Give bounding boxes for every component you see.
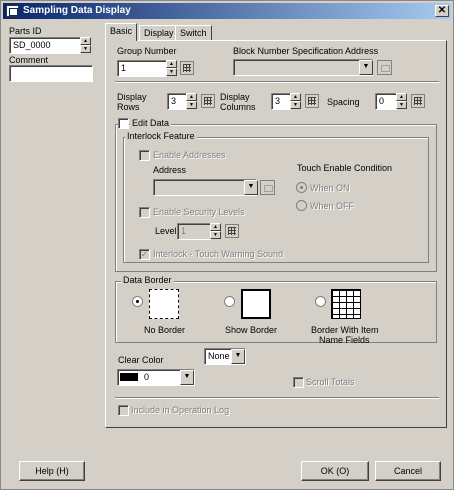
- spin-up-icon[interactable]: ▲: [290, 93, 301, 101]
- show-border-radio[interactable]: [224, 296, 235, 307]
- comment-input[interactable]: [9, 65, 93, 82]
- touch-enable-label: Touch Enable Condition: [297, 163, 393, 173]
- title-bar: Sampling Data Display ✕: [3, 3, 451, 19]
- level-label: Level: [155, 226, 177, 236]
- no-border-radio[interactable]: [132, 296, 143, 307]
- spin-down-icon[interactable]: ▼: [166, 68, 177, 76]
- block-number-input[interactable]: [233, 59, 373, 76]
- cancel-button[interactable]: Cancel: [375, 461, 441, 481]
- scroll-totals-checkbox[interactable]: [293, 377, 304, 388]
- item-name-border-radio[interactable]: [315, 296, 326, 307]
- enable-addresses-checkbox[interactable]: [139, 150, 150, 161]
- show-border-label: Show Border: [225, 325, 278, 335]
- parts-id-input[interactable]: SD_0000: [9, 37, 81, 54]
- keypad-icon[interactable]: [305, 94, 319, 108]
- address-browse-icon[interactable]: [260, 180, 275, 195]
- spin-down-icon[interactable]: ▼: [396, 101, 407, 109]
- help-button[interactable]: Help (H): [19, 461, 85, 481]
- no-border-label: No Border: [144, 325, 186, 335]
- spin-up-icon[interactable]: ▲: [396, 93, 407, 101]
- tab-basic[interactable]: Basic: [105, 23, 138, 41]
- level-spinner[interactable]: ▲ ▼: [210, 223, 221, 240]
- keypad-icon[interactable]: [201, 94, 215, 108]
- display-columns-input[interactable]: 3: [271, 93, 291, 110]
- dropdown-arrow-icon[interactable]: ▼: [180, 370, 194, 385]
- dropdown-arrow-icon[interactable]: ▼: [244, 180, 258, 195]
- comment-label: Comment: [9, 55, 49, 65]
- color-swatch: [120, 373, 138, 381]
- group-number-spinner[interactable]: ▲ ▼: [166, 60, 177, 77]
- spin-down-icon[interactable]: ▼: [80, 45, 91, 53]
- keypad-icon[interactable]: [225, 224, 239, 238]
- spin-down-icon[interactable]: ▼: [186, 101, 197, 109]
- close-button[interactable]: ✕: [435, 5, 449, 17]
- display-rows-label-1: Display: [117, 92, 147, 102]
- enable-security-checkbox[interactable]: [139, 207, 150, 218]
- display-rows-input[interactable]: 3: [167, 93, 187, 110]
- display-rows-label-2: Rows: [117, 102, 140, 112]
- spin-up-icon[interactable]: ▲: [210, 223, 221, 231]
- address-browse-icon[interactable]: [377, 60, 392, 75]
- ok-button[interactable]: OK (O): [301, 461, 369, 481]
- show-border-preview-icon[interactable]: [241, 289, 271, 319]
- divider: [115, 81, 439, 83]
- enable-addresses-label: Enable Addresses: [153, 150, 226, 160]
- enable-security-label: Enable Security Levels: [153, 207, 245, 217]
- spin-down-icon[interactable]: ▼: [290, 101, 301, 109]
- scroll-totals-label: Scroll Totals: [306, 377, 355, 387]
- when-on-radio[interactable]: [296, 182, 307, 193]
- when-on-label: When ON: [310, 183, 350, 193]
- when-off-radio[interactable]: [296, 200, 307, 211]
- edit-data-label: Edit Data: [130, 118, 172, 128]
- interlock-title: Interlock Feature: [125, 131, 197, 141]
- display-rows-spinner[interactable]: ▲ ▼: [186, 93, 197, 110]
- group-number-input[interactable]: 1: [117, 60, 167, 77]
- display-columns-spinner[interactable]: ▲ ▼: [290, 93, 301, 110]
- item-name-border-preview-icon[interactable]: [331, 289, 361, 319]
- address-label: Address: [153, 165, 187, 175]
- no-border-preview-icon[interactable]: [149, 289, 179, 319]
- dropdown-arrow-icon[interactable]: ▼: [231, 349, 245, 364]
- display-columns-label-2: Columns: [220, 102, 256, 112]
- spin-down-icon[interactable]: ▼: [210, 231, 221, 239]
- dropdown-arrow-icon[interactable]: ▼: [359, 60, 373, 75]
- spacing-input[interactable]: 0: [375, 93, 397, 110]
- app-icon: [6, 5, 19, 17]
- clear-color-label: Clear Color: [118, 355, 164, 365]
- spacing-label: Spacing: [327, 97, 360, 107]
- level-input[interactable]: 1: [177, 223, 211, 240]
- address-input[interactable]: [153, 179, 257, 196]
- include-log-label: Include in Operation Log: [131, 405, 230, 415]
- item-name-label-1: Border With Item: [311, 325, 379, 335]
- tab-display[interactable]: Display: [139, 25, 179, 41]
- include-log-checkbox[interactable]: [118, 405, 129, 416]
- warning-sound-checkbox[interactable]: ✓: [139, 249, 150, 260]
- spin-up-icon[interactable]: ▲: [166, 60, 177, 68]
- display-columns-label-1: Display: [220, 92, 250, 102]
- edit-data-checkbox[interactable]: [118, 118, 129, 129]
- block-number-label: Block Number Specification Address: [233, 46, 379, 56]
- spacing-spinner[interactable]: ▲ ▼: [396, 93, 407, 110]
- spin-up-icon[interactable]: ▲: [80, 37, 91, 45]
- item-name-label-2: Name Fields: [319, 335, 370, 345]
- keypad-icon[interactable]: [180, 61, 194, 75]
- warning-sound-label: Interlock - Touch Warning Sound: [153, 249, 284, 259]
- divider: [115, 397, 439, 399]
- dialog-window: Sampling Data Display ✕ Parts ID SD_0000…: [0, 0, 454, 490]
- tab-switch[interactable]: Switch: [175, 25, 212, 41]
- when-off-label: When OFF: [310, 201, 355, 211]
- parts-id-spinner[interactable]: ▲ ▼: [80, 37, 91, 54]
- spin-up-icon[interactable]: ▲: [186, 93, 197, 101]
- group-number-label: Group Number: [117, 46, 177, 56]
- data-border-title: Data Border: [121, 275, 174, 285]
- keypad-icon[interactable]: [411, 94, 425, 108]
- parts-id-label: Parts ID: [9, 26, 42, 36]
- window-title: Sampling Data Display: [23, 5, 131, 16]
